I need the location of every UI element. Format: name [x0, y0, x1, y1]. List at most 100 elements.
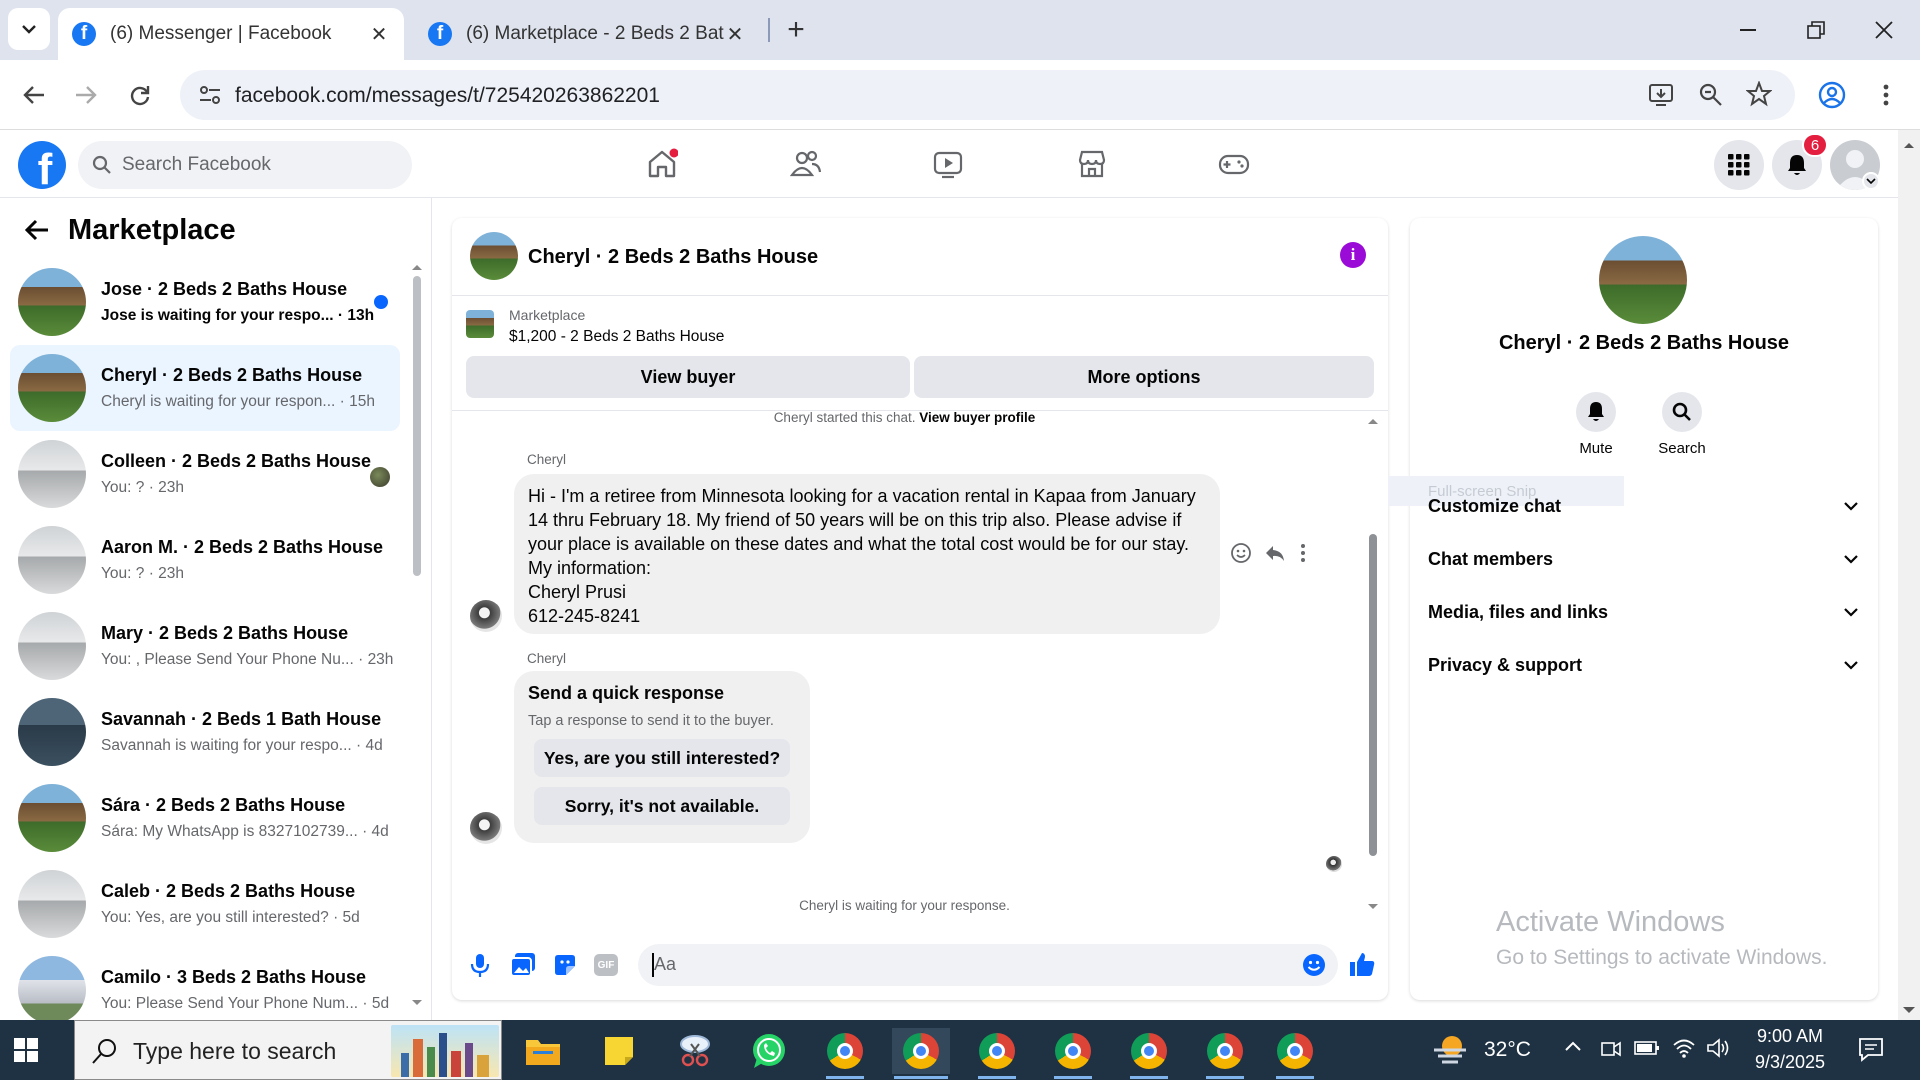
profile-icon[interactable]	[1810, 73, 1854, 117]
page-scroll-down-arrow[interactable]	[1900, 1004, 1918, 1016]
windows-start-icon[interactable]	[14, 1038, 38, 1062]
clock-time[interactable]: 9:00 AM	[1740, 1026, 1840, 1047]
conversation-item[interactable]: Mary · 2 Beds 2 Baths House You: , Pleas…	[10, 603, 400, 689]
conversation-name: Mary · 2 Beds 2 Baths House	[101, 623, 349, 643]
media-files-links-section[interactable]: Media, files and links	[1428, 592, 1858, 632]
new-tab-button[interactable]: +	[778, 10, 814, 50]
friends-icon[interactable]	[786, 144, 826, 184]
install-app-icon[interactable]	[1648, 82, 1674, 108]
snipping-tool-icon[interactable]	[666, 1028, 724, 1074]
conversation-item[interactable]: Caleb · 2 Beds 2 Baths House You: Yes, a…	[10, 861, 400, 947]
volume-icon[interactable]	[1706, 1037, 1730, 1059]
tab-marketplace[interactable]: f (6) Marketplace - 2 Beds 2 Bath ✕	[414, 8, 760, 60]
chat-members-section[interactable]: Chat members	[1428, 539, 1858, 579]
watch-video-icon[interactable]	[928, 144, 968, 184]
marketplace-conversation-list: Marketplace Jose · 2 Beds 2 Baths House …	[0, 198, 432, 1020]
battery-icon[interactable]	[1634, 1040, 1660, 1056]
chat-scrollbar[interactable]	[1366, 414, 1380, 914]
conversation-item[interactable]: Jose · 2 Beds 2 Baths House Jose is wait…	[10, 259, 400, 345]
active-app-indicator	[826, 1076, 864, 1079]
tab-search-button[interactable]	[8, 8, 50, 50]
privacy-support-section[interactable]: Privacy & support	[1428, 645, 1858, 685]
attach-image-icon[interactable]	[510, 952, 536, 978]
mute-button[interactable]	[1576, 392, 1616, 432]
emoji-icon[interactable]	[1302, 953, 1326, 977]
sticky-notes-icon[interactable]	[590, 1028, 648, 1074]
customize-chat-section[interactable]: Customize chat	[1428, 486, 1858, 526]
conversation-item[interactable]: Savannah · 2 Beds 1 Bath House Savannah …	[10, 689, 400, 775]
address-bar[interactable]: facebook.com/messages/t/725420263862201	[180, 70, 1795, 120]
temperature[interactable]: 32°C	[1484, 1038, 1531, 1062]
sender-avatar[interactable]	[470, 600, 502, 632]
notification-center-icon[interactable]	[1858, 1036, 1884, 1062]
account-chevron-icon[interactable]	[1862, 172, 1880, 190]
like-thumb-icon[interactable]	[1348, 950, 1376, 978]
taskbar-search-box[interactable]: Type here to search	[74, 1020, 502, 1080]
chat-avatar[interactable]	[470, 232, 518, 280]
home-icon[interactable]	[642, 144, 682, 184]
chrome-app-icon[interactable]	[1266, 1028, 1324, 1074]
sender-avatar[interactable]	[470, 812, 502, 844]
close-tab-icon[interactable]: ✕	[368, 23, 390, 46]
gaming-icon[interactable]	[1214, 144, 1254, 184]
browser-menu-icon[interactable]	[1864, 73, 1908, 117]
gif-icon[interactable]: GIF	[594, 954, 618, 976]
minimize-button[interactable]	[1714, 0, 1782, 60]
chrome-app-icon[interactable]	[1044, 1028, 1102, 1074]
search-conversation-button[interactable]	[1662, 392, 1702, 432]
message-line: 14 thru February 18. My friend of 50 yea…	[528, 510, 1182, 530]
chrome-app-icon[interactable]	[1196, 1028, 1254, 1074]
conversation-item[interactable]: Colleen · 2 Beds 2 Baths House You: ? · …	[10, 431, 400, 517]
close-window-button[interactable]	[1850, 0, 1918, 60]
conversation-item[interactable]: Sára · 2 Beds 2 Baths House Sára: My Wha…	[10, 775, 400, 861]
microphone-icon[interactable]	[468, 952, 492, 978]
more-actions-icon[interactable]	[1299, 542, 1307, 564]
facebook-logo-icon[interactable]: f	[18, 141, 66, 189]
site-info-icon[interactable]	[198, 83, 222, 107]
details-avatar[interactable]	[1599, 236, 1687, 324]
sticker-icon[interactable]	[552, 952, 578, 978]
weather-icon[interactable]	[1432, 1032, 1470, 1066]
menu-grid-icon[interactable]	[1714, 140, 1764, 190]
more-options-button[interactable]: More options	[914, 356, 1374, 398]
whatsapp-icon[interactable]	[740, 1028, 798, 1074]
marketplace-icon[interactable]	[1072, 144, 1112, 184]
listing-price[interactable]: $1,200 - 2 Beds 2 Baths House	[509, 328, 724, 346]
chat-scroll-thumb[interactable]	[1369, 534, 1377, 856]
facebook-search-input[interactable]: Search Facebook	[78, 141, 412, 189]
page-scrollbar[interactable]	[1898, 130, 1920, 1020]
message-bubble[interactable]: Hi - I'm a retiree from Minnesota lookin…	[514, 474, 1220, 634]
conversation-item[interactable]: Cheryl · 2 Beds 2 Baths House Cheryl is …	[10, 345, 400, 431]
clock-date[interactable]: 9/3/2025	[1740, 1052, 1840, 1073]
chrome-app-icon[interactable]	[1120, 1028, 1178, 1074]
wifi-icon[interactable]	[1672, 1036, 1696, 1058]
show-hidden-icons-chevron[interactable]	[1564, 1040, 1582, 1052]
quick-reply-sorry-button[interactable]: Sorry, it's not available.	[534, 787, 790, 825]
chrome-app-icon[interactable]	[816, 1028, 874, 1074]
conversation-item[interactable]: Camilo · 3 Beds 2 Baths House You: Pleas…	[10, 947, 400, 1020]
chrome-app-icon-active[interactable]	[892, 1028, 950, 1074]
file-explorer-icon[interactable]	[514, 1028, 572, 1074]
forward-button[interactable]	[64, 73, 108, 117]
react-emoji-icon[interactable]	[1230, 542, 1252, 564]
meet-now-icon[interactable]	[1600, 1038, 1622, 1060]
message-input[interactable]: Aa	[638, 944, 1338, 986]
tab-messenger[interactable]: f (6) Messenger | Facebook ✕	[58, 8, 404, 60]
close-tab-icon[interactable]: ✕	[724, 23, 746, 46]
chrome-app-icon[interactable]	[968, 1028, 1026, 1074]
view-buyer-profile-link[interactable]: View buyer profile	[919, 410, 1035, 425]
info-icon[interactable]: i	[1340, 242, 1366, 268]
back-arrow-icon[interactable]	[24, 218, 50, 242]
list-scrollbar[interactable]	[410, 260, 424, 1010]
chat-title[interactable]: Cheryl · 2 Beds 2 Baths House	[528, 246, 818, 269]
reply-icon[interactable]	[1264, 542, 1286, 564]
restore-button[interactable]	[1782, 0, 1850, 60]
bookmark-star-icon[interactable]	[1746, 81, 1772, 107]
list-scroll-thumb[interactable]	[413, 276, 421, 576]
quick-reply-yes-button[interactable]: Yes, are you still interested?	[534, 739, 790, 777]
back-button[interactable]	[12, 73, 56, 117]
reload-button[interactable]	[118, 73, 162, 117]
zoom-icon[interactable]	[1698, 82, 1724, 108]
conversation-item[interactable]: Aaron M. · 2 Beds 2 Baths House You: ? ·…	[10, 517, 400, 603]
view-buyer-button[interactable]: View buyer	[466, 356, 910, 398]
